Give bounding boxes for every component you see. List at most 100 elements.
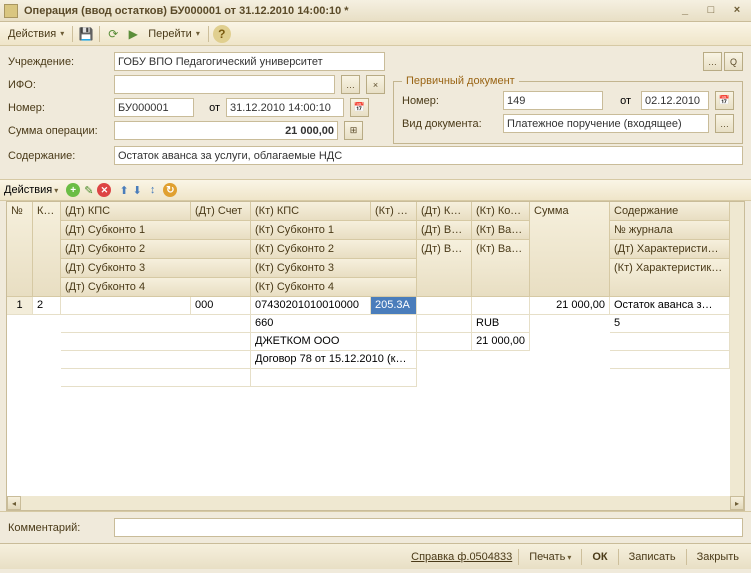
navigate-menu[interactable]: Перейти [144,26,204,42]
col-dt-sub1[interactable]: (Дт) Субконто 1 [61,221,251,240]
save-button[interactable]: Записать [625,549,680,565]
reference-link[interactable]: Справка ф.0504833 [411,551,512,563]
pd-number-input[interactable] [503,91,603,110]
col-content[interactable]: Содержание [610,202,730,221]
col-dt-sub3[interactable]: (Дт) Субконто 3 [61,259,251,278]
horizontal-scrollbar[interactable]: ◂ ▸ [7,496,744,510]
col-dt-kps[interactable]: (Дт) КПС [61,202,191,221]
cell-k[interactable]: 2 [33,297,61,315]
edit-row-icon[interactable]: ✎ [84,184,93,197]
org-label: Учреждение: [8,56,108,68]
calendar-icon[interactable]: 📅 [350,98,369,117]
col-kt-sub1[interactable]: (Кт) Субконто 1 [251,221,417,240]
pd-type-select-button[interactable]: … [715,114,734,133]
scroll-left-icon[interactable]: ◂ [7,496,21,510]
cell-dt-sub2[interactable] [61,333,251,351]
cell-dt-account[interactable]: 000 [191,297,251,315]
actions-menu[interactable]: Действия [4,26,68,42]
col-kt-sub2[interactable]: (Кт) Субконто 2 [251,240,417,259]
cell-kt-account[interactable]: 205.3А [371,297,417,315]
add-row-icon[interactable]: + [66,183,80,197]
col-journal[interactable]: № журнала [610,221,730,240]
print-button[interactable]: Печать [525,549,575,565]
col-n[interactable]: № [7,202,33,297]
number-input[interactable] [114,98,194,117]
cell-dt-char[interactable] [610,333,730,351]
delete-row-icon[interactable]: ✕ [97,183,111,197]
cell-kt-sub1[interactable]: 660 [251,315,417,333]
col-dt-cur[interactable]: (Дт) Валю… [417,221,472,240]
col-kt-qty[interactable]: (Кт) Колич… [472,202,530,221]
org-input[interactable] [114,52,385,71]
play-icon[interactable]: ▶ [124,25,142,43]
cell-kt-sub2[interactable]: ДЖЕТКОМ ООО [251,333,417,351]
grid-actions-menu[interactable]: Действия [4,184,58,196]
col-k[interactable]: К… [33,202,61,297]
col-dt-csum[interactable]: (Дт) Вал. сумма [417,240,472,297]
col-dt-sub4[interactable]: (Дт) Субконто 4 [61,278,251,297]
cell-dt-qty[interactable] [417,297,472,315]
move-down-icon[interactable]: ⬇ [133,184,142,197]
pd-type-input[interactable] [503,114,709,133]
cell-n[interactable]: 1 [7,297,33,315]
col-dt-qty[interactable]: (Дт) Коли… [417,202,472,221]
col-sum[interactable]: Сумма [530,202,610,297]
comment-input[interactable] [114,518,743,537]
sort-icon[interactable]: ↕ [150,184,156,196]
ifo-input[interactable] [114,75,335,94]
refresh-grid-icon[interactable]: ↻ [163,183,177,197]
col-dt-account[interactable]: (Дт) Счет [191,202,251,221]
col-kt-csum[interactable]: (Кт) Вал. сумма [472,240,530,297]
pd-calendar-icon[interactable]: 📅 [715,91,734,110]
cell-kt-char[interactable] [610,351,730,369]
ifo-select-button[interactable]: … [341,75,360,94]
sum-input[interactable] [114,121,338,140]
vertical-scrollbar[interactable] [730,202,744,496]
maximize-button[interactable]: □ [701,4,721,18]
cell-kt-cur[interactable]: RUB [472,315,530,333]
col-dt-sub2[interactable]: (Дт) Субконто 2 [61,240,251,259]
date-input[interactable] [226,98,344,117]
cell-dt-sub4[interactable] [61,369,251,387]
org-open-button[interactable]: Q [724,52,743,71]
primary-doc-legend: Первичный документ [402,75,519,87]
refresh-icon[interactable]: ⟳ [104,25,122,43]
col-dt-char[interactable]: (Дт) Характеристи… [610,240,730,259]
cell-dt-kps[interactable] [61,297,191,315]
close-button[interactable]: × [727,4,747,18]
save-icon[interactable]: 💾 [77,25,95,43]
pd-date-input[interactable] [641,91,709,110]
cell-dt-sub3[interactable] [61,351,251,369]
ifo-label: ИФО: [8,79,108,91]
ok-button[interactable]: ОК [588,549,611,565]
entries-grid[interactable]: № К… (Дт) КПС (Дт) Счет (Кт) КПС (Кт) Сч… [6,201,745,511]
col-kt-cur[interactable]: (Кт) Валюта [472,221,530,240]
cell-journal[interactable]: 5 [610,315,730,333]
col-kt-sub3[interactable]: (Кт) Субконто 3 [251,259,417,278]
sum-label: Сумма операции: [8,125,108,137]
move-up-icon[interactable]: ⬆ [119,184,128,197]
help-icon[interactable]: ? [213,25,231,43]
cell-dt-sub1[interactable] [61,315,251,333]
cell-kt-kps[interactable]: 07430201010010000 [251,297,371,315]
col-kt-kps[interactable]: (Кт) КПС [251,202,371,221]
cell-kt-csum[interactable]: 21 000,00 [472,333,530,351]
col-kt-char[interactable]: (Кт) Характеристик движения [610,259,730,297]
scroll-right-icon[interactable]: ▸ [730,496,744,510]
org-select-button[interactable]: … [703,52,722,71]
ifo-clear-button[interactable]: × [366,75,385,94]
cell-dt-cur[interactable] [417,315,472,333]
cell-sum[interactable]: 21 000,00 [530,297,610,315]
footer-bar: Справка ф.0504833 Печать ОК Записать Зак… [0,543,751,569]
minimize-button[interactable]: _ [675,4,695,18]
calc-icon[interactable]: ⊞ [344,121,363,140]
cell-kt-sub3[interactable]: Договор 78 от 15.12.2010 (к… [251,351,417,369]
cell-kt-qty[interactable] [472,297,530,315]
cell-content[interactable]: Остаток аванса з… [610,297,730,315]
close-button[interactable]: Закрыть [693,549,743,565]
cell-kt-sub4[interactable] [251,369,417,387]
cell-dt-csum[interactable] [417,333,472,351]
col-kt-account[interactable]: (Кт) Счет [371,202,417,221]
content-input[interactable] [114,146,743,165]
col-kt-sub4[interactable]: (Кт) Субконто 4 [251,278,417,297]
